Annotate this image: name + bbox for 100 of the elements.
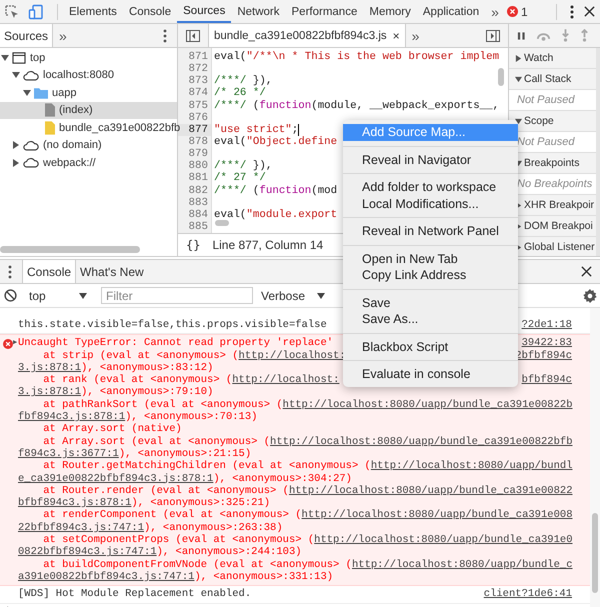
console-message-line: 0822bfbf894c3.js:747:1), <anonymous>:244:103) (18, 546, 302, 559)
format-button[interactable]: {} (186, 238, 200, 252)
console-message-line: a391e00822bfbf894c3.js:747:1), <anonymous>:331:13) (18, 570, 334, 584)
line-number: 879 (188, 148, 209, 160)
code-line: eval("module.export (214, 208, 338, 221)
more-tabs-button[interactable]: » (485, 4, 505, 20)
console-message-line: at Router.getMatchingChildren (eval at <anonymous> (http://localhost:8080/uapp/bundl (42, 460, 572, 473)
empty-state-text: Not Paused (517, 136, 574, 148)
console-message-line: at pathRankSort (eval at <anonymous> (http://localhost:8080/uapp/bundle_ca391e00822b (42, 398, 573, 411)
panel-tab[interactable]: Elements (63, 0, 123, 23)
panel-tab[interactable]: Memory (363, 0, 417, 23)
menu-item[interactable]: Save As... (343, 311, 518, 328)
more-tabs-button[interactable]: » (53, 28, 73, 44)
section-header[interactable]: Call Stack (524, 73, 572, 85)
console-message-line: f894c3.js:3677:1), <anonymous>:21:15) (18, 448, 252, 460)
code-line: /* 26 */ (214, 88, 266, 100)
console-message-line: 3.js:878:1), <anonymous>:83:12) (18, 362, 214, 374)
section-header[interactable]: Breakpoints (524, 157, 580, 169)
console-message-line: 22bfbf894c3.js:747:1), <anonymous>:263:38) (18, 522, 283, 534)
console-message-line: e_ca391e00822bfbf894c3.js:878:1), <anonymous>:304:27) (18, 472, 352, 485)
line-number: 883 (188, 196, 209, 209)
panel-tab[interactable]: Performance (286, 0, 364, 23)
panel-tab[interactable]: Network (231, 0, 286, 23)
menu-item[interactable]: Save (343, 294, 518, 311)
console-message-line: Uncaught TypeError: Cannot read property 'replace' (18, 337, 334, 350)
menu-item[interactable]: Evaluate in console (343, 366, 518, 382)
line-number: 873 (188, 75, 209, 88)
more-tabs-button[interactable]: » (406, 28, 426, 44)
tree-item[interactable]: localhost:8080 (43, 69, 114, 82)
console-message-line: bfbf894c3.js:878:1), <anonymous>:325:21) (18, 497, 270, 510)
section-header[interactable]: DOM Breakpoi (524, 220, 593, 232)
line-number: 878 (188, 136, 209, 148)
cursor-position: Line 877, Column 14 (212, 238, 324, 252)
line-number: 880 (188, 160, 209, 172)
code-line: eval("/**\n * This is the web browser implem (214, 51, 500, 64)
drawer-tab[interactable]: What's New (76, 260, 148, 283)
source-link[interactable]: bfbf894c (522, 374, 572, 386)
tree-item[interactable]: webpack:// (43, 156, 96, 169)
menu-item[interactable]: Reveal in Navigator (343, 152, 518, 168)
file-tab[interactable]: bundle_ca391e00822bfbf894c3.js × (208, 24, 406, 47)
menu-item[interactable]: Reveal in Network Panel (343, 223, 518, 240)
code-line: eval("Object.define (214, 136, 338, 148)
drawer-tab[interactable]: Console (22, 260, 76, 283)
menu-item[interactable]: Open in New Tab (343, 250, 518, 267)
line-number: 885 (188, 220, 209, 233)
sources-tab[interactable]: Sources (0, 24, 54, 47)
tree-item[interactable]: (index) (59, 104, 93, 116)
console-message-line: at rank (eval at <anonymous> (http://localhost: (43, 374, 340, 386)
code-line: "use strict"; (214, 124, 300, 136)
error-count-badge[interactable]: 1 (506, 4, 528, 18)
file-name: bundle_ca391e00822bfbf894c3.js (214, 30, 387, 42)
context-select[interactable]: top (23, 288, 95, 302)
line-number: 876 (188, 112, 209, 124)
line-number: 871 (188, 51, 209, 64)
line-number: 874 (188, 87, 209, 100)
tree-item[interactable]: bundle_ca391e00822bfb (59, 122, 180, 134)
console-message-line: at Array.sort (eval at <anonymous> (http://localhost:8080/uapp/bundle_ca391e00822bfb (42, 436, 572, 448)
console-message-line: at strip (eval at <anonymous> (http://localhost: (42, 350, 346, 362)
menu-item[interactable]: Blackbox Script (343, 338, 518, 355)
panel-tab[interactable]: Application (416, 0, 486, 23)
code-line: /***/ }), (214, 75, 272, 88)
tree-item[interactable]: top (30, 52, 46, 64)
source-link[interactable]: 39422:83 (522, 337, 572, 350)
empty-state-text: Not Paused (517, 94, 574, 106)
line-number: 872 (188, 63, 209, 76)
level-select[interactable]: Verbose (261, 288, 325, 302)
section-header[interactable]: XHR Breakpoir (524, 199, 594, 211)
section-header[interactable]: Global Listener (524, 241, 595, 253)
tree-item[interactable]: (no domain) (43, 139, 102, 152)
console-message-line: at renderComponent (eval at <anonymous> (http://localhost:8080/uapp/bundle_ca391e008 (42, 509, 572, 522)
console-message-line: at Router.render (eval at <anonymous> (http://localhost:8080/uapp/bundle_ca391e00822 (42, 484, 572, 497)
line-number: 882 (188, 184, 209, 197)
console-message-line: this.state.visible=false,this.props.visible=false (18, 319, 327, 332)
menu-item[interactable]: Add folder to workspace (343, 179, 518, 196)
console-message-line: at Array.sort (native) (42, 423, 182, 436)
source-link[interactable]: ?2de1:18 (522, 319, 572, 332)
empty-state-text: No Breakpoints (517, 178, 592, 190)
code-line: /***/ (function(module, __webpack_exports__, (214, 100, 500, 112)
tree-item[interactable]: uapp (52, 86, 76, 99)
source-link[interactable]: 2bfbf894c (515, 350, 572, 362)
console-message-line: 3.js:878:1), <anonymous>:79:10) (18, 386, 214, 399)
error-count: 1 (520, 4, 528, 18)
filter-field[interactable]: Filter (101, 287, 253, 304)
console-message-line: at setComponentProps (eval at <anonymous> (http://localhost:8080/uapp/bundle_ca391e0 (43, 534, 572, 546)
section-header[interactable]: Scope (524, 115, 554, 127)
code-line: /***/ (function(mod (214, 184, 338, 197)
line-number: 884 (188, 208, 209, 221)
code-line: /* 27 */ (214, 172, 266, 184)
line-number: 875 (188, 100, 209, 112)
console-message-line: [WDS] Hot Module Replacement enabled. (18, 588, 252, 601)
console-message-line: fbf894c3.js:878:1), <anonymous>:70:13) (18, 411, 258, 424)
line-number: 881 (188, 172, 209, 185)
source-link[interactable]: client?1de6:41 (484, 588, 572, 601)
menu-item[interactable]: Copy Link Address (343, 267, 518, 284)
close-tab-button[interactable]: × (392, 28, 400, 42)
menu-item[interactable]: Local Modifications... (343, 196, 518, 212)
panel-tab[interactable]: Console (122, 0, 178, 23)
console-message-line: at buildComponentFromVNode (eval at <anonymous> (http://localhost:8080/uapp/bundle_c (42, 558, 573, 571)
section-header[interactable]: Watch (524, 52, 554, 64)
code-line: /***/ }), (214, 160, 272, 172)
